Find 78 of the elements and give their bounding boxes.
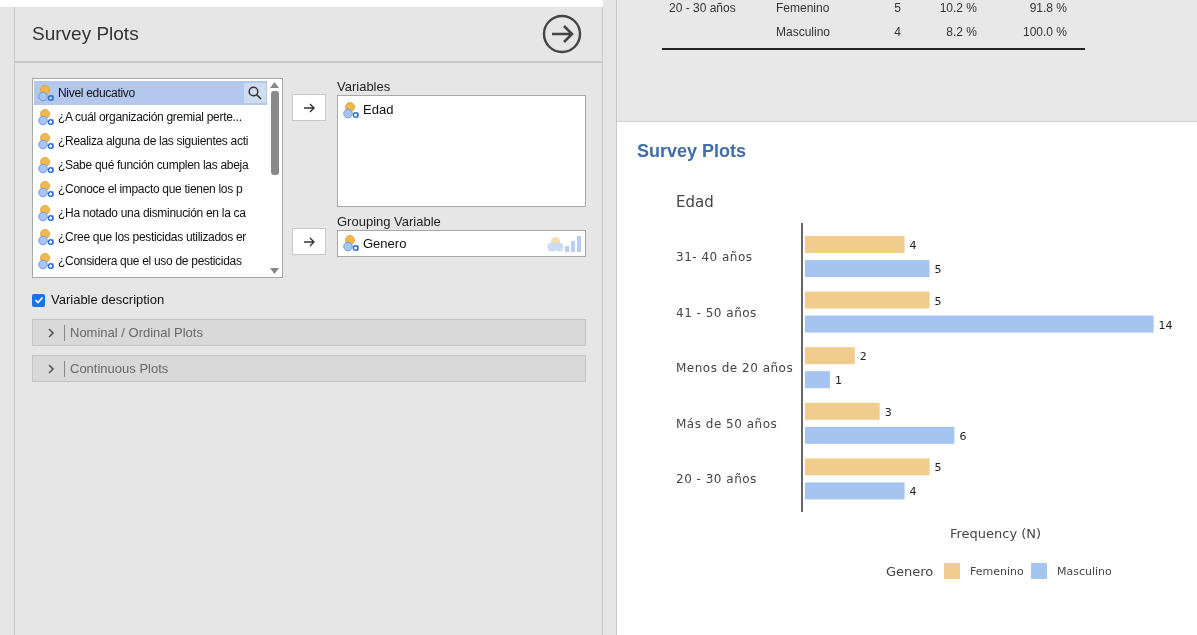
data-label: 3: [884, 405, 892, 419]
checkbox-label: Variable description: [51, 291, 165, 310]
panel-title: Survey Plots: [32, 21, 139, 46]
table-cell-text: 100.0 %: [1021, 24, 1067, 41]
variable-list-item[interactable]: ¿Conoce el impacto que tienen los p: [34, 177, 267, 201]
variables-box[interactable]: Edad: [337, 95, 586, 207]
right-arrow-icon: [303, 236, 315, 247]
legend-label: Masculino: [1057, 565, 1112, 578]
data-label: 4: [909, 485, 917, 499]
move-right-button[interactable]: [292, 228, 326, 255]
bar: [805, 371, 830, 389]
search-icon: [248, 86, 262, 100]
data-label: 5: [934, 461, 942, 475]
scrollbar-thumb[interactable]: [270, 91, 279, 175]
bar-levels-icon: [565, 235, 581, 252]
variable-list-item[interactable]: ¿Sabe qué función cumplen las abeja: [34, 153, 267, 177]
data-label: 1: [834, 374, 842, 388]
run-button[interactable]: [542, 14, 582, 54]
variable-list-item[interactable]: ¿A cuál organización gremial perte...: [34, 105, 267, 129]
variable-icon: [38, 252, 55, 270]
nominal-type-icon: [547, 235, 564, 252]
data-label: 2: [859, 350, 867, 364]
variable-name: Edad: [363, 101, 394, 120]
table-cell-text: 8.2 %: [945, 24, 977, 41]
data-label: 14: [1158, 318, 1173, 332]
scroll-up-icon[interactable]: [270, 82, 279, 88]
legend-swatch: [944, 563, 960, 579]
data-label: 5: [934, 294, 942, 308]
variable-icon: [38, 204, 55, 222]
category-label: Menos de 20 años: [676, 361, 794, 376]
variable-list-item[interactable]: ¿Cree que los pesticidas utilizados er: [34, 225, 267, 249]
variable-icon: [38, 84, 55, 102]
legend-title: Genero: [886, 564, 934, 579]
collapsible-section-header[interactable]: Continuous Plots: [32, 355, 586, 382]
grouping-variable-label: Grouping Variable: [337, 213, 442, 230]
chevron-right-icon: [47, 363, 55, 374]
legend-swatch: [1031, 563, 1047, 579]
right-arrow-icon: [303, 102, 315, 113]
chevron-right-icon: [47, 327, 55, 338]
category-label: 20 - 30 años: [676, 472, 757, 487]
category-label: 41 - 50 años: [676, 305, 757, 320]
table-cell-text: Femenino: [776, 0, 831, 17]
category-label: 31- 40 años: [676, 250, 753, 264]
section-title: Continuous Plots: [70, 359, 169, 378]
grouping-variable-field[interactable]: Genero: [337, 230, 586, 257]
variable-icon: [38, 156, 55, 174]
move-right-button[interactable]: [292, 94, 326, 121]
data-label: 5: [934, 263, 942, 276]
variable-icon: [343, 235, 360, 252]
variable-icon: [38, 108, 55, 126]
table-cell-text: Masculino: [776, 24, 832, 41]
search-button[interactable]: [244, 83, 266, 103]
scroll-down-icon[interactable]: [270, 268, 279, 274]
variable-list-item[interactable]: Nivel educativo: [34, 81, 267, 105]
table-cell-text: 91.8 %: [1028, 0, 1067, 17]
data-label: 4: [909, 239, 917, 252]
legend-label: Femenino: [970, 565, 1024, 578]
checkbox[interactable]: [32, 293, 45, 307]
table-cell-text: 20 - 30 años: [668, 0, 737, 17]
variable-list-item[interactable]: ¿Considera que el uso de pesticidas: [34, 249, 267, 273]
table-cell-text: 10.2 %: [938, 0, 977, 17]
x-axis-label: Frequency (N): [950, 526, 1042, 541]
variable-list-item[interactable]: ¿Ha notado una disminución en la ca: [34, 201, 267, 225]
results-heading: Survey Plots: [637, 140, 748, 163]
variable-icon: [38, 228, 55, 246]
chart-title: Edad: [676, 193, 714, 211]
table-cell-text: 4: [893, 24, 901, 41]
data-label: 6: [959, 429, 967, 443]
bar: [805, 347, 855, 365]
collapsible-section-header[interactable]: Nominal / Ordinal Plots: [32, 319, 586, 346]
table-cell-text: 5: [893, 0, 901, 17]
section-title: Nominal / Ordinal Plots: [70, 323, 203, 342]
category-label: Más de 50 años: [676, 416, 778, 431]
variable-list-item[interactable]: ¿Realiza alguna de las siguientes acti: [34, 129, 267, 153]
variable-icon: [38, 180, 55, 198]
variable-icon: [38, 132, 55, 150]
variable-icon: [343, 101, 360, 119]
variables-label: Variables: [337, 78, 392, 95]
